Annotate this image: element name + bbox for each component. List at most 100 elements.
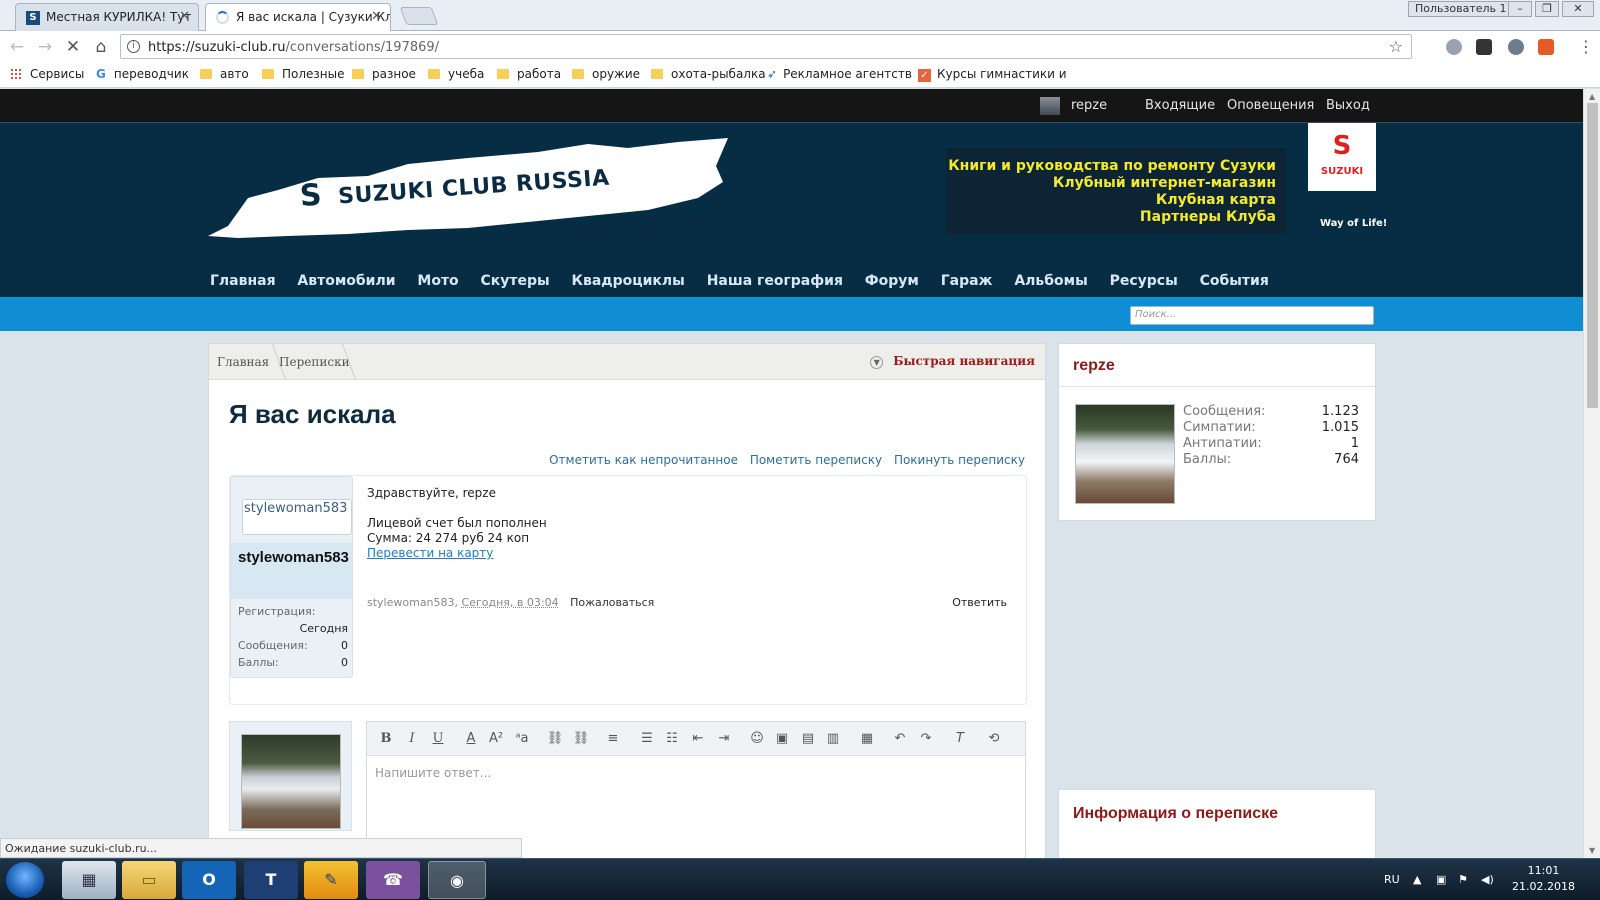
nav-forum[interactable]: Форум (865, 273, 919, 289)
profile-button[interactable]: Пользователь 1 (1408, 1, 1514, 17)
star-conversation-link[interactable]: Пометить переписку (750, 453, 882, 467)
scroll-up-icon[interactable]: ▲ (1589, 92, 1595, 101)
bookmark-services[interactable]: Сервисы (10, 67, 84, 81)
sidebar-username[interactable]: repze (1073, 357, 1115, 375)
breadcrumb-home[interactable]: Главная (217, 355, 269, 369)
bookmark-folder-weapons[interactable]: оружие (572, 67, 640, 81)
promo-link-partners[interactable]: Партнеры Клуба (946, 209, 1276, 226)
language-indicator[interactable]: RU (1384, 873, 1400, 886)
bookmark-folder-work[interactable]: работа (497, 67, 561, 81)
suzuki-badge[interactable]: S SUZUKI (1308, 123, 1376, 191)
leave-conversation-link[interactable]: Покинуть переписку (894, 453, 1025, 467)
promo-link-books[interactable]: Книги и руководства по ремонту Сузуки (946, 158, 1276, 175)
system-clock[interactable]: 11:01 21.02.2018 (1512, 863, 1575, 895)
volume-icon[interactable]: ◀) (1481, 873, 1494, 886)
network-icon[interactable]: ▣ (1436, 873, 1446, 886)
remove-format-icon[interactable]: T (951, 730, 969, 748)
nav-resources[interactable]: Ресурсы (1110, 273, 1178, 289)
logout-link[interactable]: Выход (1326, 98, 1370, 113)
meta-date[interactable]: Сегодня, в 03:04 (462, 596, 559, 609)
media-icon[interactable]: ▤ (799, 730, 817, 748)
bullet-list-icon[interactable]: ☰ (638, 730, 656, 748)
alerts-link[interactable]: Оповещения (1227, 98, 1314, 113)
show-hidden-icons-icon[interactable]: ▲ (1413, 873, 1421, 886)
inbox-link[interactable]: Входящие (1145, 98, 1215, 113)
reply-placeholder[interactable]: Напишите ответ... (375, 766, 491, 780)
nav-events[interactable]: События (1200, 273, 1269, 289)
browser-menu-icon[interactable]: ⋮ (1578, 37, 1594, 56)
nav-quads[interactable]: Квадроциклы (572, 273, 685, 289)
underline-icon[interactable]: U (429, 730, 447, 748)
nav-cars[interactable]: Автомобили (297, 273, 395, 289)
close-tab-icon[interactable]: ✕ (371, 9, 382, 24)
redo-icon[interactable]: ↷ (917, 730, 935, 748)
te-app-icon[interactable]: T (244, 861, 298, 899)
avatar[interactable]: stylewoman583 (242, 499, 352, 535)
nav-albums[interactable]: Альбомы (1014, 273, 1087, 289)
reply-link[interactable]: Ответить (952, 596, 1007, 609)
file-explorer-icon[interactable]: ▭ (122, 861, 176, 899)
promo-link-card[interactable]: Клубная карта (946, 192, 1276, 209)
close-window-icon[interactable]: ✕ (1562, 1, 1594, 17)
numbered-list-icon[interactable]: ☷ (663, 730, 681, 748)
chrome-icon[interactable]: ◉ (428, 861, 486, 899)
link-icon[interactable]: ⛓ (546, 730, 564, 748)
bold-icon[interactable]: B (377, 730, 395, 748)
office-extension-icon[interactable] (1538, 39, 1554, 55)
text-color-icon[interactable]: A (462, 730, 480, 748)
avatar[interactable] (241, 734, 341, 829)
toggle-bbcode-icon[interactable]: ⟲ (985, 730, 1003, 748)
bookmark-gymnastics[interactable]: ✓ Курсы гимнастики и (918, 67, 1067, 82)
new-tab-button[interactable] (399, 7, 439, 25)
username-link[interactable]: repze (1071, 98, 1107, 113)
nav-geography[interactable]: Наша география (707, 273, 843, 289)
message-link[interactable]: Перевести на карту (367, 546, 1007, 561)
save-draft-icon[interactable]: ▦ (858, 730, 876, 748)
bookmark-star-icon[interactable]: ☆ (1389, 37, 1403, 56)
windows-start-icon[interactable] (6, 862, 44, 898)
indent-icon[interactable]: ⇥ (715, 730, 733, 748)
back-arrow-icon[interactable]: ← (6, 36, 28, 58)
address-bar[interactable]: i https://suzuki-club.ru/conversations/1… (120, 34, 1412, 59)
extension-icon[interactable] (1476, 39, 1492, 55)
close-tab-icon[interactable]: ✕ (179, 9, 190, 24)
quick-nav-link[interactable]: ▼ Быстрая навигация (870, 354, 1035, 369)
image-icon[interactable]: ▣ (773, 730, 791, 748)
search-input[interactable]: Поиск... (1130, 306, 1374, 325)
bookmark-folder-misc[interactable]: разное (352, 67, 416, 81)
forward-arrow-icon[interactable]: → (34, 36, 56, 58)
nav-garage[interactable]: Гараж (941, 273, 993, 289)
browser-tab-active[interactable]: Я вас искала | Сузуки Кл ✕ (205, 3, 391, 32)
promo-link-shop[interactable]: Клубный интернет-магазин (946, 175, 1276, 192)
bookmark-ad-agency[interactable]: ➶ Рекламное агентств (767, 67, 912, 81)
page-scrollbar[interactable]: ▲ ▼ (1583, 89, 1600, 858)
italic-icon[interactable]: I (403, 730, 421, 748)
bookmark-folder-auto[interactable]: авто (200, 67, 249, 81)
viber-icon[interactable]: ☎ (366, 861, 420, 899)
minimize-icon[interactable]: – (1508, 1, 1532, 17)
scrollbar-thumb[interactable] (1587, 103, 1598, 408)
user-avatar-small[interactable] (1040, 97, 1060, 115)
browser-tab[interactable]: S Местная КУРИЛКА! Тут ✕ (15, 3, 199, 31)
nav-scooters[interactable]: Скутеры (481, 273, 550, 289)
restore-icon[interactable]: ❐ (1535, 1, 1559, 17)
smiley-icon[interactable]: ☺ (748, 730, 766, 748)
nav-moto[interactable]: Мото (417, 273, 458, 289)
bookmark-folder-useful[interactable]: Полезные (262, 67, 345, 81)
extension-icon[interactable] (1446, 39, 1462, 55)
outlook-icon[interactable]: O (182, 861, 236, 899)
insert-icon[interactable]: ▥ (824, 730, 842, 748)
align-icon[interactable]: ≡ (604, 730, 622, 748)
bookmark-folder-hunting[interactable]: охота-рыбалка (651, 67, 766, 81)
message-author[interactable]: stylewoman583 (238, 549, 350, 566)
extension-icon[interactable] (1508, 39, 1524, 55)
stop-loading-icon[interactable]: ✕ (62, 36, 84, 58)
report-link[interactable]: Пожаловаться (570, 596, 654, 609)
site-info-icon[interactable]: i (127, 40, 140, 53)
bookmark-folder-study[interactable]: учеба (428, 67, 484, 81)
calculator-icon[interactable]: ▦ (62, 861, 116, 899)
meta-author[interactable]: stylewoman583 (367, 596, 455, 609)
unlink-icon[interactable]: ⛓ (572, 730, 590, 748)
pencil-app-icon[interactable]: ✎ (304, 861, 358, 899)
scroll-down-icon[interactable]: ▼ (1589, 846, 1595, 855)
